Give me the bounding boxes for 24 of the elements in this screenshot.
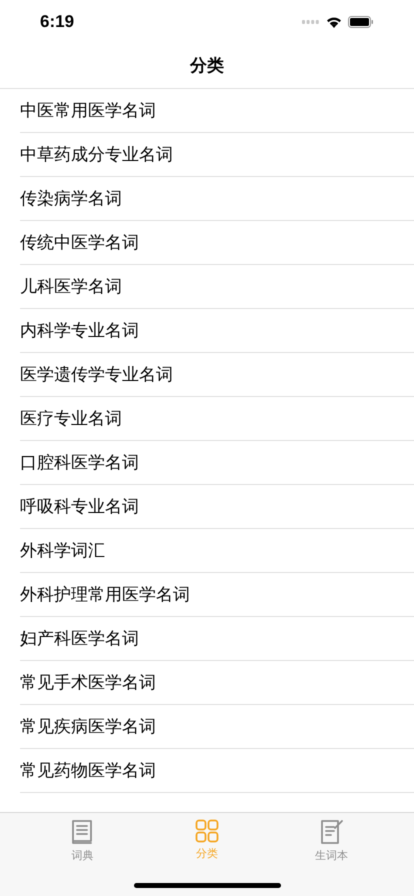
category-item[interactable]: 呼吸科专业名词 bbox=[20, 494, 139, 520]
category-item[interactable]: 医学遗传学专业名词 bbox=[20, 362, 173, 388]
wifi-icon bbox=[326, 16, 342, 28]
note-edit-icon bbox=[320, 819, 344, 845]
grid-icon bbox=[194, 819, 219, 843]
category-item[interactable]: 常见药物医学名词 bbox=[20, 758, 156, 784]
signal-icon bbox=[302, 20, 320, 24]
category-item[interactable]: 儿科医学名词 bbox=[20, 274, 122, 300]
category-item[interactable]: 医疗专业名词 bbox=[20, 406, 122, 432]
battery-icon bbox=[348, 16, 374, 28]
category-item[interactable]: 中草药成分专业名词 bbox=[20, 142, 173, 168]
category-item[interactable]: 口腔科医学名词 bbox=[20, 450, 139, 476]
book-icon bbox=[71, 819, 94, 845]
category-item[interactable]: 妇产科医学名词 bbox=[20, 626, 139, 652]
category-item[interactable]: 传染病学名词 bbox=[20, 186, 122, 212]
category-item[interactable]: 外科护理常用医学名词 bbox=[20, 582, 190, 608]
category-item[interactable]: 常见疾病医学名词 bbox=[20, 714, 156, 740]
category-item[interactable]: 内科学专业名词 bbox=[20, 318, 139, 344]
category-item[interactable]: 传统中医学名词 bbox=[20, 230, 139, 256]
category-item[interactable]: 常见手术医学名词 bbox=[20, 670, 156, 696]
page-title: 分类 bbox=[190, 55, 224, 78]
category-item[interactable]: 外科学词汇 bbox=[20, 538, 105, 564]
status-time: 6:19 bbox=[40, 11, 74, 34]
category-item[interactable]: 中医常用医学名词 bbox=[20, 98, 156, 124]
